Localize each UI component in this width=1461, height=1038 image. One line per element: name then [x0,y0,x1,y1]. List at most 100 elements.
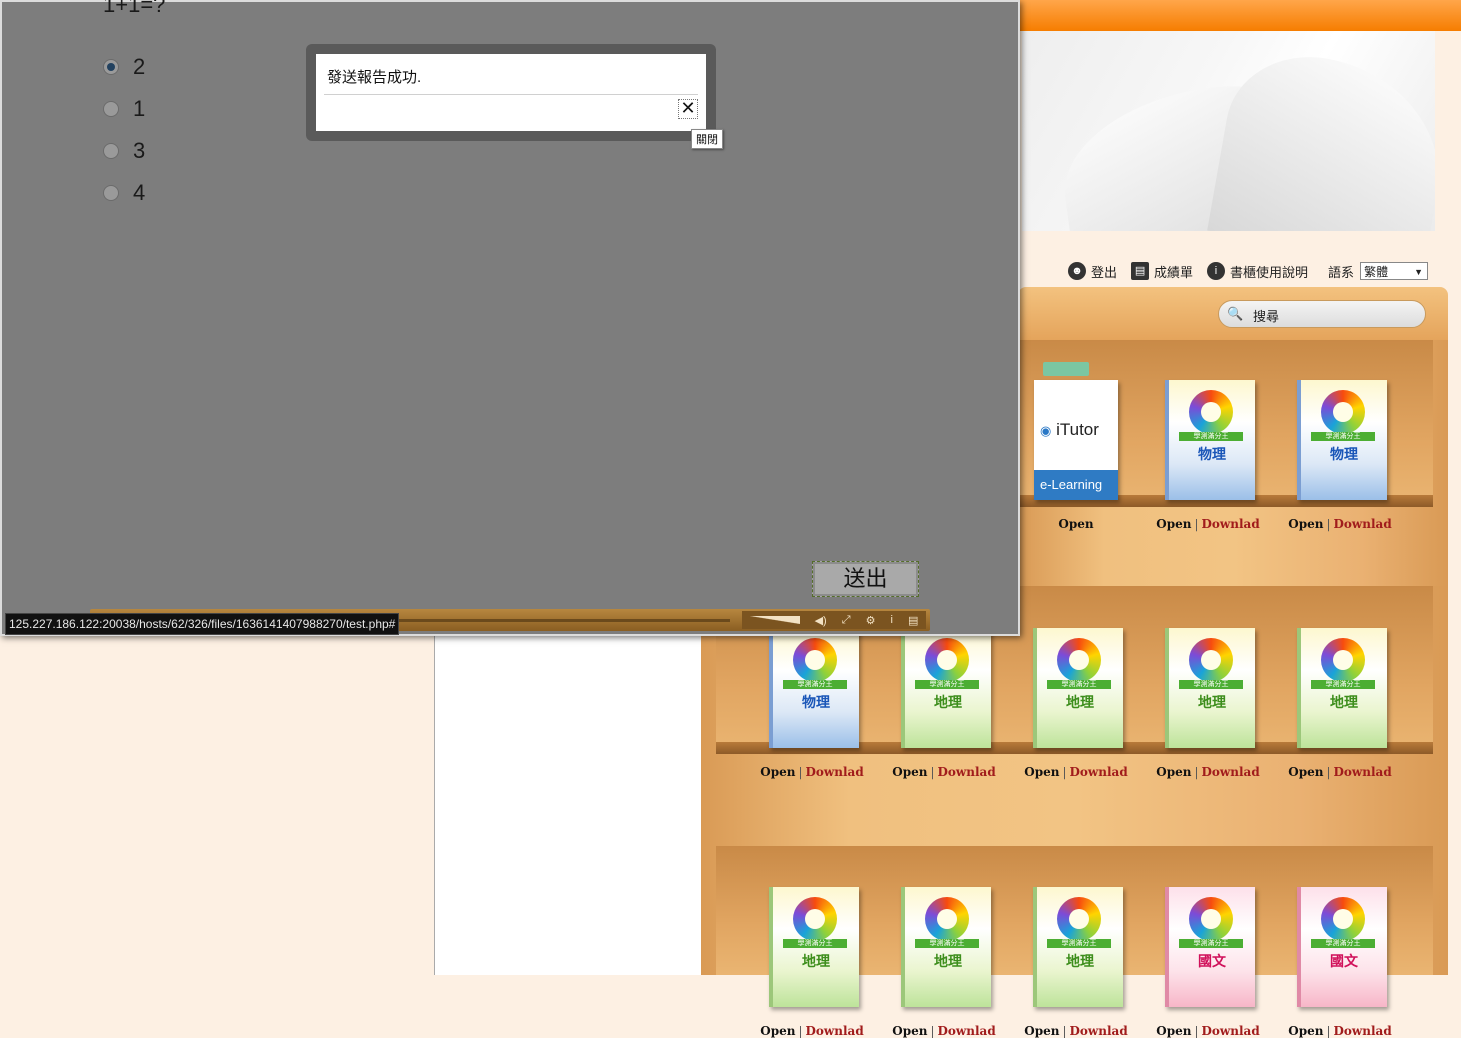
dialog-message: 發送報告成功. [327,69,422,86]
open-link[interactable]: Open [892,765,927,779]
grades-link[interactable]: ▤ 成績單 [1131,262,1193,281]
open-link[interactable]: Open [1024,1024,1059,1038]
player-controls: ◀) ⤢ ⚙ i ▤ [742,611,926,629]
book-links: Open | Downlad [1024,765,1128,779]
banner-image [1022,31,1435,231]
logo-swirl-icon [793,897,837,941]
itutor-book[interactable]: ◉ iTutor e-Learning [1034,380,1118,500]
book-links: Open | Downlad [1288,1024,1392,1038]
book-cover[interactable]: 學測滿分王 地理 [1033,628,1123,748]
answer-option[interactable]: 1 [103,96,145,122]
content-panel [434,636,701,975]
logo-swirl-icon [925,897,969,941]
answer-option[interactable]: 4 [103,180,145,206]
volume-slider[interactable] [749,616,800,624]
download-link[interactable]: Downlad [806,765,864,779]
book-cover[interactable]: 學測滿分王 地理 [901,887,991,1007]
speaker-icon[interactable]: ◀) [815,614,827,627]
report-icon: ▤ [1131,262,1150,280]
dropdown-arrow-icon: ▼ [1414,267,1424,277]
top-orange-bar [1018,0,1461,31]
logo-swirl-icon [1057,897,1101,941]
download-link[interactable]: Downlad [1202,765,1260,779]
itutor-logo-icon: ◉ [1040,423,1052,438]
open-link[interactable]: Open [1288,1024,1323,1038]
radio-icon[interactable] [103,101,119,117]
book-cover[interactable]: 學測滿分王 國文 [1165,887,1255,1007]
logo-swirl-icon [925,638,969,682]
new-tag [1043,362,1089,376]
download-link[interactable]: Downlad [1202,517,1260,531]
close-icon[interactable]: ✕ [678,99,698,119]
answer-option[interactable]: 3 [103,138,145,164]
settings-icon[interactable]: ⚙ [866,614,876,627]
open-link[interactable]: Open [760,1024,795,1038]
test-popup-window: 1+1=? 2 1 3 4 發送報告成功. ✕ 關閉 送出 ◀) ⤢ ⚙ i ▤ [0,0,1020,636]
logo-swirl-icon [1321,897,1365,941]
question-text: 1+1=? [103,0,166,17]
fullscreen-icon[interactable]: ⤢ [842,614,851,627]
language-label: 語系 [1328,264,1355,280]
search-input[interactable]: 🔍 搜尋 [1218,300,1426,328]
menu-icon[interactable]: ▤ [908,614,918,627]
open-link[interactable]: Open [1024,765,1059,779]
download-link[interactable]: Downlad [1070,1024,1128,1038]
logo-swirl-icon [793,638,837,682]
logo-swirl-icon [1189,638,1233,682]
answer-option[interactable]: 2 [103,54,145,80]
logo-swirl-icon [1321,390,1365,434]
user-icon: ☻ [1068,262,1086,280]
open-link[interactable]: Open [1288,765,1323,779]
logo-swirl-icon [1321,638,1365,682]
open-link[interactable]: Open [1156,517,1191,531]
book-links: Open | Downlad [892,1024,996,1038]
info-icon: i [1207,262,1226,280]
book-links: Open | Downlad [1024,1024,1128,1038]
book-cover[interactable]: 學測滿分王 地理 [901,628,991,748]
open-link[interactable]: Open [1288,517,1323,531]
book-cover[interactable]: 學測滿分王 物理 [1165,380,1255,500]
book-links: Open | Downlad [892,765,996,779]
download-link[interactable]: Downlad [806,1024,864,1038]
download-link[interactable]: Downlad [938,765,996,779]
book-links: Open | Downlad [760,1024,864,1038]
submit-button[interactable]: 送出 [812,561,919,597]
help-link[interactable]: i 書櫃使用說明 [1207,262,1308,281]
book-cover[interactable]: 學測滿分王 物理 [769,628,859,748]
radio-checked-icon[interactable] [103,59,119,75]
open-link[interactable]: Open [892,1024,927,1038]
close-tooltip: 關閉 [691,129,723,149]
book-cover[interactable]: 學測滿分王 地理 [1297,628,1387,748]
download-link[interactable]: Downlad [1334,765,1392,779]
download-link[interactable]: Downlad [938,1024,996,1038]
open-link[interactable]: Open [1058,517,1093,531]
info-icon[interactable]: i [891,614,893,626]
book-links: Open | Downlad [1156,517,1260,531]
download-link[interactable]: Downlad [1070,765,1128,779]
status-bar-url: 125.227.186.122:20038/hosts/62/326/files… [5,613,400,635]
book-cover[interactable]: 學測滿分王 國文 [1297,887,1387,1007]
open-link[interactable]: Open [1156,765,1191,779]
download-link[interactable]: Downlad [1334,1024,1392,1038]
divider [324,94,698,95]
book-cover[interactable]: 學測滿分王 地理 [1033,887,1123,1007]
open-link[interactable]: Open [1156,1024,1191,1038]
book-cover[interactable]: 學測滿分王 地理 [769,887,859,1007]
download-link[interactable]: Downlad [1202,1024,1260,1038]
book-links: Open | Downlad [760,765,864,779]
logo-swirl-icon [1057,638,1101,682]
book-cover[interactable]: 學測滿分王 地理 [1165,628,1255,748]
language-select[interactable]: 繁體 ▼ [1360,262,1429,280]
user-toolbar: ☻ 登出 ▤ 成績單 i 書櫃使用說明 語系 繁體 ▼ [1068,259,1429,283]
radio-icon[interactable] [103,185,119,201]
logout-link[interactable]: ☻ 登出 [1068,262,1117,281]
book-links: Open | Downlad [1288,517,1392,531]
open-link[interactable]: Open [760,765,795,779]
book-links: Open | Downlad [1288,765,1392,779]
book-cover[interactable]: 學測滿分王 物理 [1297,380,1387,500]
book-links: Open | Downlad [1156,1024,1260,1038]
download-link[interactable]: Downlad [1334,517,1392,531]
radio-icon[interactable] [103,143,119,159]
search-icon: 🔍 [1227,306,1244,321]
book-links: Open [1016,517,1136,531]
